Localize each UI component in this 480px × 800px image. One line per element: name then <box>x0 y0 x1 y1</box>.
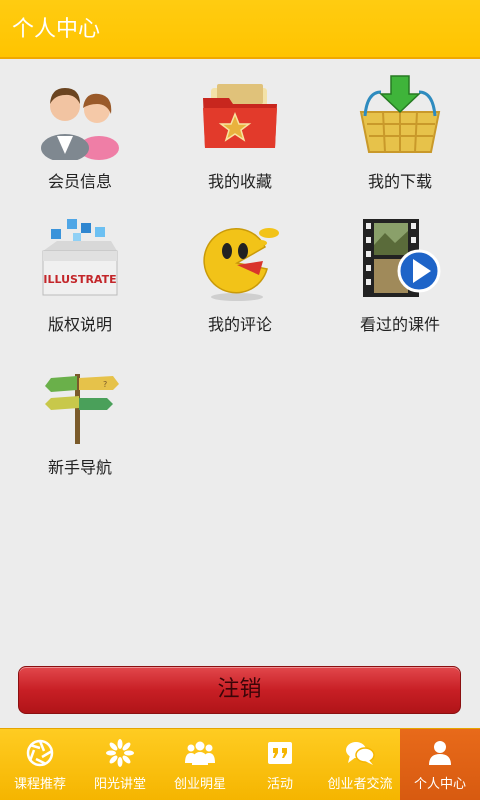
user-icon <box>429 741 451 765</box>
tab-course-recommend[interactable]: 课程推荐 <box>0 729 80 800</box>
grid-item-label: 新手导航 <box>47 458 112 477</box>
quote-icon <box>268 742 292 764</box>
download-basket-icon <box>359 75 441 153</box>
grid-item-beginner-guide[interactable]: ? 新手导航 <box>0 356 160 486</box>
tab-label: 活动 <box>266 777 293 792</box>
title-bar: 个人中心 <box>0 0 480 59</box>
tab-startup-stars[interactable]: 创业明星 <box>160 729 240 800</box>
copyright-box-text: ILLUSTRATE <box>43 273 116 286</box>
copyright-box-icon: ILLUSTRATE <box>42 219 118 296</box>
video-play-icon <box>363 219 441 297</box>
sun-flower-icon <box>106 739 134 767</box>
signpost-icon: ? <box>45 374 119 444</box>
members-icon <box>41 88 119 160</box>
grid-item-member-info[interactable]: 会员信息 <box>0 70 160 200</box>
tab-label: 创业者交流 <box>327 777 393 792</box>
grid-item-watched[interactable]: 看过的课件 <box>320 213 480 343</box>
grid-item-label: 版权说明 <box>47 315 112 334</box>
tab-label: 个人中心 <box>413 777 466 792</box>
grid-item-label: 会员信息 <box>47 172 112 191</box>
chat-bubbles-icon <box>346 742 375 765</box>
page-title: 个人中心 <box>12 17 101 42</box>
comment-smiley-icon <box>203 228 279 301</box>
svg-text:?: ? <box>103 380 107 389</box>
grid-item-label: 看过的课件 <box>359 315 440 334</box>
tab-label: 阳光讲堂 <box>93 777 146 792</box>
tab-label: 创业明星 <box>173 777 226 792</box>
people-icon <box>185 741 215 765</box>
grid-item-downloads[interactable]: 我的下载 <box>320 70 480 200</box>
grid-item-label: 我的评论 <box>207 315 272 334</box>
aperture-icon <box>26 739 54 767</box>
grid-item-label: 我的下载 <box>367 172 432 191</box>
tab-entrepreneur-exchange[interactable]: 创业者交流 <box>320 729 400 800</box>
bottom-tab-bar: 课程推荐 阳光讲堂 创业明星 活动 创业者交流 个人中心 <box>0 728 480 800</box>
grid-item-label: 我的收藏 <box>207 172 272 191</box>
tab-sunshine-lecture[interactable]: 阳光讲堂 <box>80 729 160 800</box>
grid-item-comments[interactable]: 我的评论 <box>160 213 320 343</box>
grid-item-favorites[interactable]: 我的收藏 <box>160 70 320 200</box>
grid-item-copyright[interactable]: ILLUSTRATE 版权说明 <box>0 213 160 343</box>
tab-activities[interactable]: 活动 <box>240 729 320 800</box>
tab-personal-center[interactable]: 个人中心 <box>400 729 480 800</box>
tab-label: 课程推荐 <box>13 777 66 792</box>
logout-button[interactable]: 注销 <box>18 666 461 714</box>
favorites-folder-icon <box>203 84 277 148</box>
